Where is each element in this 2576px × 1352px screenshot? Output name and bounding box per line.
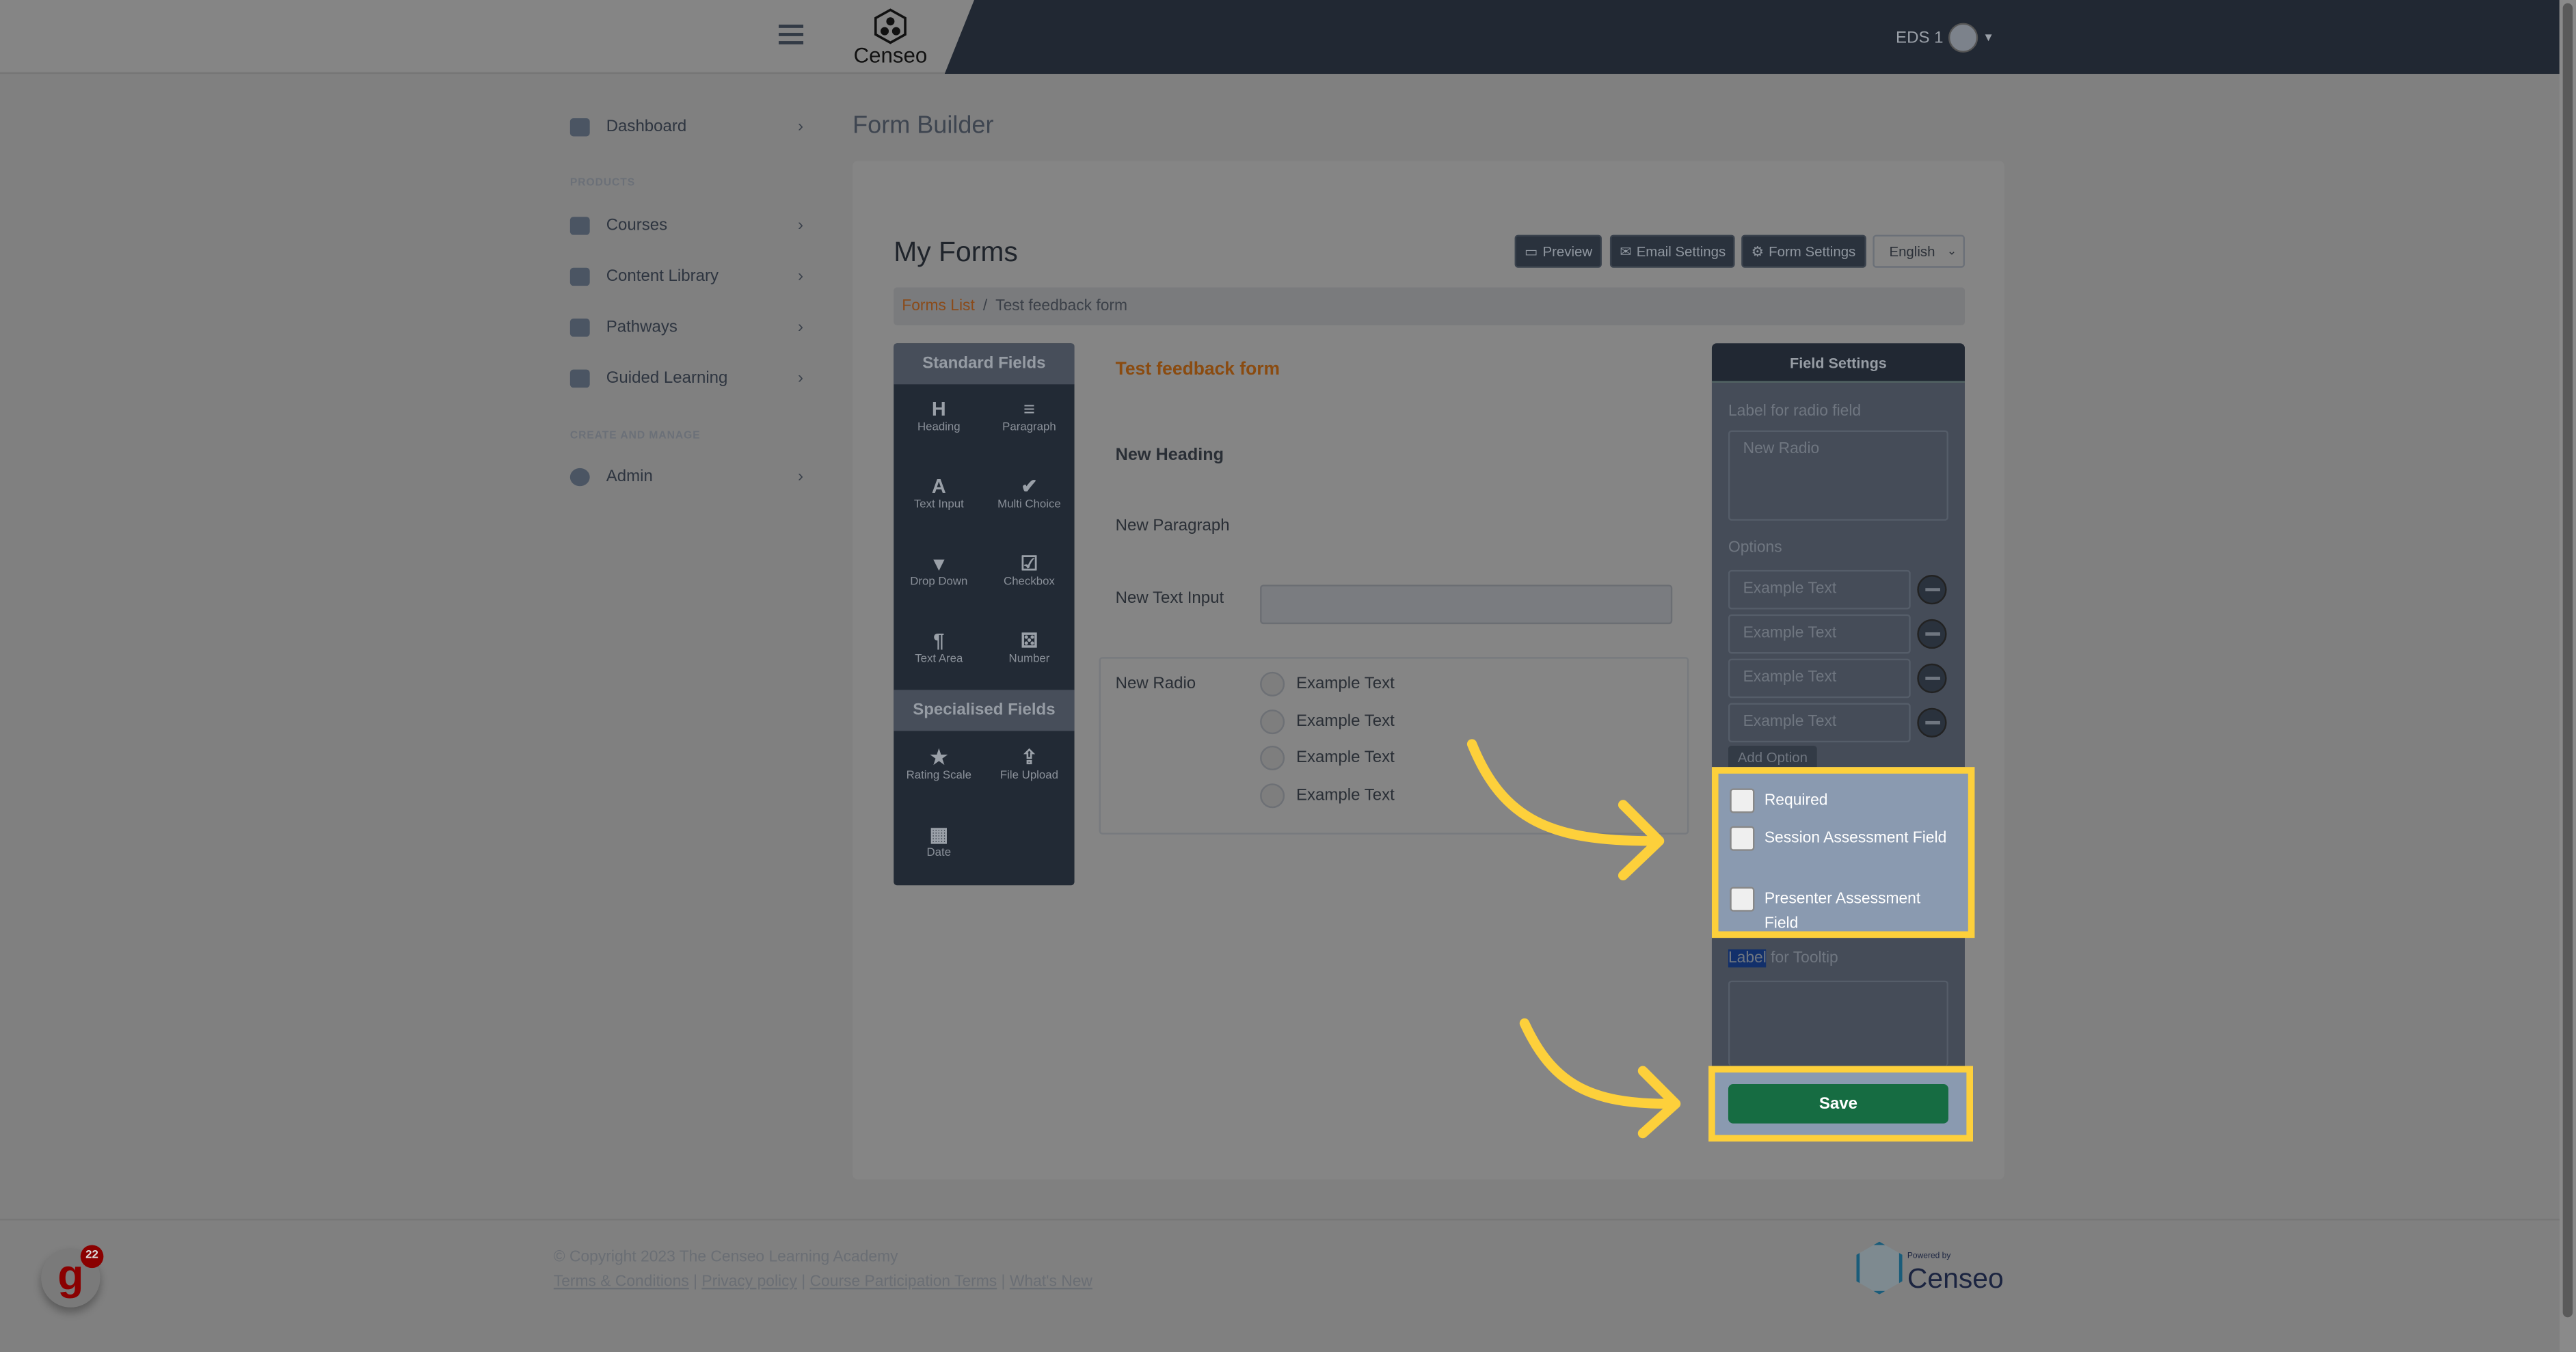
option-value: Example Text [1743,712,1837,731]
remove-option-icon[interactable] [1917,663,1947,694]
checkbox-session-assessment-field[interactable] [1730,826,1755,851]
widget-letter: g [57,1249,84,1299]
checkbox-label: Session Assessment Field [1764,829,1947,848]
censeo-hex-icon [1856,1241,1903,1295]
powered-logo-text: Censeo [1907,1262,2004,1295]
widget-badge: 22 [80,1245,104,1269]
radio-option-label: Example Text [1296,748,1395,768]
powered-by-logo: Powered by Censeo [1856,1241,2004,1295]
option-input[interactable]: Example Text [1728,569,1911,610]
checkbox-label: Presenter Assessment Field [1764,890,1921,933]
checkbox-required[interactable] [1730,788,1755,813]
radio-option-label: Example Text [1296,712,1395,731]
remove-option-icon[interactable] [1917,619,1947,649]
footer-links: Terms & Conditions | Privacy policy | Co… [553,1273,1092,1291]
checkbox-label: Required [1764,792,1828,810]
radio-option-label: Example Text [1296,785,1395,805]
remove-option-icon[interactable] [1917,707,1947,738]
option-input[interactable]: Example Text [1728,658,1911,699]
option-input[interactable]: Example Text [1728,614,1911,654]
option-value: Example Text [1743,580,1837,598]
participation-terms-link[interactable]: Course Participation Terms [810,1273,997,1290]
whats-new-link[interactable]: What's New [1010,1273,1092,1290]
radio-option-label: Example Text [1296,675,1395,694]
option-input[interactable]: Example Text [1728,703,1911,743]
privacy-link[interactable]: Privacy policy [701,1273,797,1290]
radio-button[interactable] [1260,671,1285,697]
checkbox-presenter-assessment-field[interactable] [1730,887,1755,912]
radio-button[interactable] [1260,745,1285,771]
footer [0,1219,2560,1352]
terms-link[interactable]: Terms & Conditions [554,1273,689,1290]
copyright: © Copyright 2023 The Censeo Learning Aca… [553,1248,898,1267]
option-value: Example Text [1743,624,1837,643]
g2-widget-button[interactable]: g 22 [41,1245,104,1308]
page: Censeo EDS 1 ▼ Dashboard › PRODUCTS Cours… [0,0,2576,1352]
arrow-annotation-icon [1466,739,1681,1139]
option-value: Example Text [1743,668,1837,687]
remove-option-icon[interactable] [1917,575,1947,605]
radio-button[interactable] [1260,783,1285,808]
radio-button[interactable] [1260,708,1285,733]
